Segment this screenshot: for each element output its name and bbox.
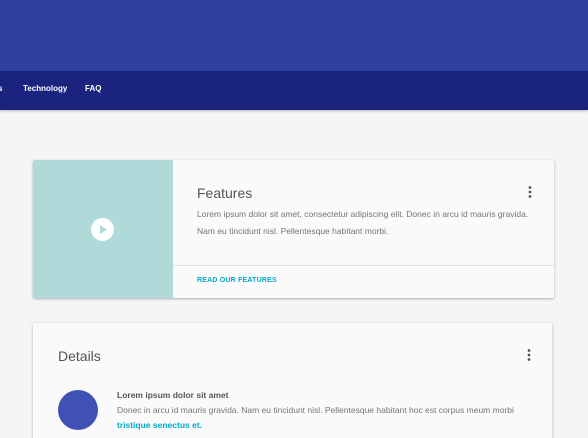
detail-item-heading: Lorem ipsum dolor sit amet <box>117 390 229 400</box>
card-divider <box>173 265 554 266</box>
features-media <box>33 160 173 298</box>
more-vert-icon <box>528 186 532 198</box>
detail-item-link[interactable]: tristique senectus et. <box>117 420 202 430</box>
details-more-button[interactable] <box>522 347 536 363</box>
nav-item-technology[interactable]: Technology <box>23 84 67 93</box>
read-features-link[interactable]: READ OUR FEATURES <box>197 277 277 284</box>
nav-item-faq[interactable]: FAQ <box>85 84 101 93</box>
features-description: Lorem ipsum dolor sit amet, consectetur … <box>197 209 529 236</box>
features-title: Features <box>197 185 253 201</box>
nav-item-partial[interactable]: s <box>0 84 2 93</box>
more-vert-icon <box>527 349 531 361</box>
avatar <box>58 390 98 430</box>
play-button[interactable] <box>91 218 114 241</box>
nav-bar: s Technology FAQ <box>0 71 588 110</box>
features-card: Features Lorem ipsum dolor sit amet, con… <box>33 160 554 298</box>
detail-item-text: Donec in arcu id mauris gravida. Nam eu … <box>117 405 514 415</box>
details-card: Details Lorem ipsum dolor sit amet Donec… <box>33 323 552 438</box>
page: s Technology FAQ Features Lorem ipsum do… <box>0 0 588 438</box>
app-header <box>0 0 588 71</box>
details-title: Details <box>58 348 101 364</box>
detail-item-body: Donec in arcu id mauris gravida. Nam eu … <box>117 403 517 433</box>
play-icon <box>100 225 107 234</box>
features-more-button[interactable] <box>523 184 537 200</box>
